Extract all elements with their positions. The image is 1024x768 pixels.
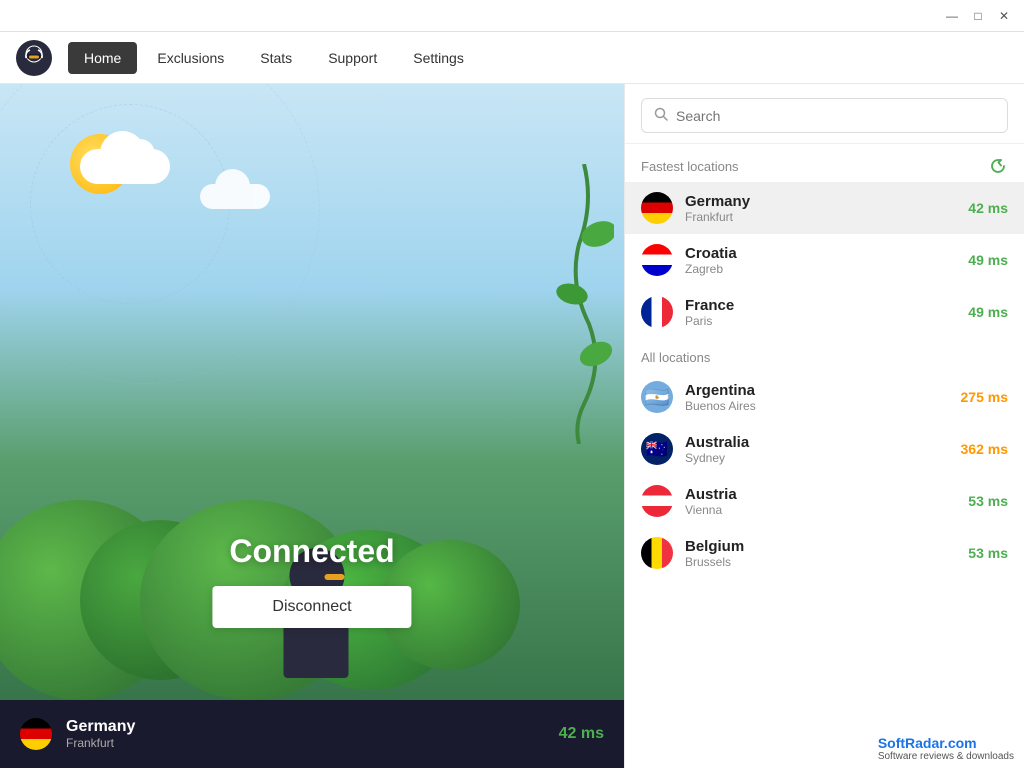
search-section (625, 84, 1024, 144)
hero-panel: Connected Disconnect Germany Frankfurt 4… (0, 84, 624, 768)
croatia-info: Croatia Zagreb (685, 245, 956, 276)
austria-ms: 53 ms (968, 493, 1008, 509)
app-window: — □ ✕ Home Exclusions Stats Support Sett… (0, 0, 1024, 768)
australia-info: Australia Sydney (685, 434, 949, 465)
minimize-button[interactable]: — (940, 4, 964, 28)
belgium-city: Brussels (685, 555, 956, 569)
flag-argentina: 🇦🇷 (641, 381, 673, 413)
nav-support[interactable]: Support (312, 42, 393, 74)
germany-info: Germany Frankfurt (685, 193, 956, 224)
app-logo (16, 40, 52, 76)
flag-australia: 🇦🇺 (641, 433, 673, 465)
all-section-label: All locations (641, 350, 710, 365)
australia-city: Sydney (685, 451, 949, 465)
title-bar: — □ ✕ (0, 0, 1024, 32)
france-name: France (685, 297, 956, 314)
search-input-wrap[interactable] (641, 98, 1008, 133)
fastest-section-header: Fastest locations (625, 144, 1024, 182)
locations-list: Fastest locations Germany Frankfurt (625, 144, 1024, 768)
watermark-title: SoftRadar.com (878, 735, 1014, 751)
all-location-belgium[interactable]: Belgium Brussels 53 ms (625, 527, 1024, 579)
flag-germany (641, 192, 673, 224)
right-panel: Fastest locations Germany Frankfurt (624, 84, 1024, 768)
nav-settings[interactable]: Settings (397, 42, 480, 74)
refresh-icon[interactable] (988, 156, 1008, 176)
fastest-location-france[interactable]: France Paris 49 ms (625, 286, 1024, 338)
australia-name: Australia (685, 434, 949, 451)
belgium-name: Belgium (685, 538, 956, 555)
all-location-austria[interactable]: Austria Vienna 53 ms (625, 475, 1024, 527)
status-flag (20, 718, 52, 750)
main-content: Connected Disconnect Germany Frankfurt 4… (0, 84, 1024, 768)
navbar: Home Exclusions Stats Support Settings (0, 32, 1024, 84)
germany-ms: 42 ms (968, 200, 1008, 216)
belgium-info: Belgium Brussels (685, 538, 956, 569)
france-ms: 49 ms (968, 304, 1008, 320)
belgium-ms: 53 ms (968, 545, 1008, 561)
cloud-1 (80, 149, 170, 184)
nav-stats[interactable]: Stats (244, 42, 308, 74)
fastest-location-germany[interactable]: Germany Frankfurt 42 ms (625, 182, 1024, 234)
france-info: France Paris (685, 297, 956, 328)
disconnect-button[interactable]: Disconnect (212, 586, 411, 628)
austria-city: Vienna (685, 503, 956, 517)
fastest-location-croatia[interactable]: Croatia Zagreb 49 ms (625, 234, 1024, 286)
argentina-info: Argentina Buenos Aires (685, 382, 949, 413)
croatia-ms: 49 ms (968, 252, 1008, 268)
france-city: Paris (685, 314, 956, 328)
watermark: SoftRadar.com Software reviews & downloa… (868, 729, 1024, 768)
germany-name: Germany (685, 193, 956, 210)
status-location-info: Germany Frankfurt (66, 718, 545, 750)
cloud-2 (200, 184, 270, 209)
status-bar: Germany Frankfurt 42 ms (0, 700, 624, 768)
australia-ms: 362 ms (961, 441, 1008, 457)
connected-overlay: Connected Disconnect (212, 533, 411, 628)
croatia-name: Croatia (685, 245, 956, 262)
close-button[interactable]: ✕ (992, 4, 1016, 28)
argentina-city: Buenos Aires (685, 399, 949, 413)
all-location-australia[interactable]: 🇦🇺 Australia Sydney 362 ms (625, 423, 1024, 475)
watermark-subtitle: Software reviews & downloads (878, 751, 1014, 762)
fastest-section-label: Fastest locations (641, 159, 739, 174)
germany-city: Frankfurt (685, 210, 956, 224)
maximize-button[interactable]: □ (966, 4, 990, 28)
status-city: Frankfurt (66, 736, 545, 750)
vine-decoration (554, 164, 614, 444)
flag-austria (641, 485, 673, 517)
nav-home[interactable]: Home (68, 42, 137, 74)
search-icon (654, 107, 668, 124)
all-location-argentina[interactable]: 🇦🇷 Argentina Buenos Aires 275 ms (625, 371, 1024, 423)
austria-info: Austria Vienna (685, 486, 956, 517)
status-ms: 42 ms (559, 725, 604, 743)
argentina-ms: 275 ms (961, 389, 1008, 405)
sky-decoration-2 (0, 84, 320, 384)
flag-belgium (641, 537, 673, 569)
search-input[interactable] (676, 108, 995, 124)
flag-croatia (641, 244, 673, 276)
connected-label: Connected (212, 533, 411, 570)
all-section-header: All locations (625, 338, 1024, 371)
argentina-name: Argentina (685, 382, 949, 399)
austria-name: Austria (685, 486, 956, 503)
nav-exclusions[interactable]: Exclusions (141, 42, 240, 74)
croatia-city: Zagreb (685, 262, 956, 276)
flag-france (641, 296, 673, 328)
status-country: Germany (66, 718, 545, 736)
